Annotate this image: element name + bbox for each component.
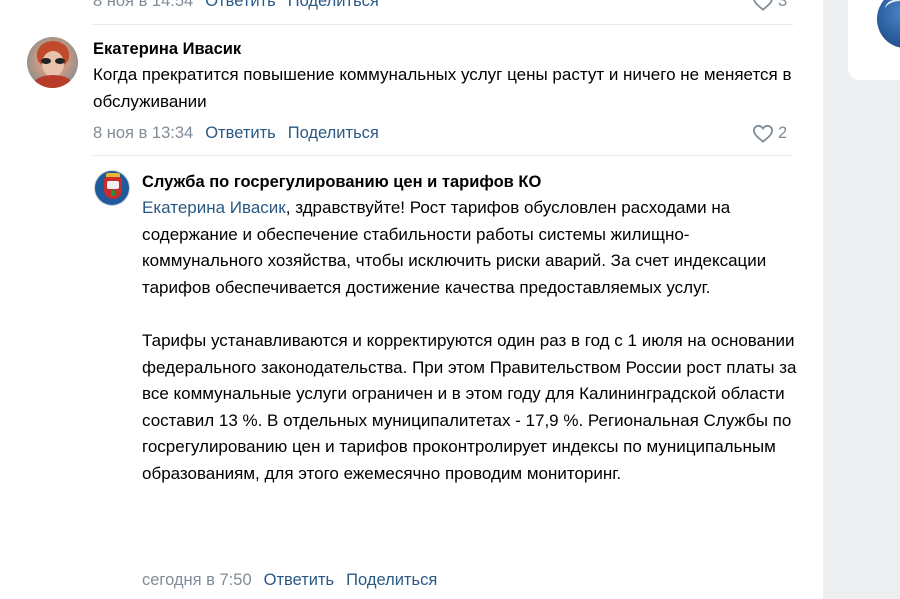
divider [93,24,793,25]
reply-button[interactable]: Ответить [205,0,276,10]
like-count: 2 [778,124,788,142]
divider [93,155,793,156]
page-background [823,0,900,599]
comment-author[interactable]: Екатерина Ивасик [93,40,241,59]
heart-outline-icon [753,0,773,11]
share-button[interactable]: Поделиться [288,0,379,10]
reply-button[interactable]: Ответить [205,124,276,142]
reply-button[interactable]: Ответить [264,571,335,589]
reply-date[interactable]: сегодня в 7:50 [142,571,252,589]
reply-paragraph: Екатерина Ивасик, здравствуйте! Рост тар… [142,195,802,301]
comment-meta: 8 ноя в 14:54 Ответить Поделиться [93,0,379,11]
avatar[interactable] [27,37,78,88]
share-button[interactable]: Поделиться [288,124,379,142]
like-button[interactable]: 3 [752,0,787,11]
reply-paragraph: Тарифы устанавливаются и корректируются … [142,330,797,483]
like-button[interactable]: 2 [752,124,787,143]
reply-meta: сегодня в 7:50 Ответить Поделиться [142,571,437,590]
share-button[interactable]: Поделиться [346,571,437,589]
mention-link[interactable]: Екатерина Ивасик [142,198,286,217]
comment-meta: 8 ноя в 13:34 Ответить Поделиться [93,124,379,143]
reply-text: Екатерина Ивасик, здравствуйте! Рост тар… [142,195,802,488]
comment-text: Когда прекратится повышение коммунальных… [93,65,792,111]
like-count: 3 [778,0,788,10]
comments-panel: 8 ноя в 14:54 Ответить Поделиться 3 Екатер… [0,0,823,599]
comment-date[interactable]: 8 ноя в 14:54 [93,0,193,10]
comment-date[interactable]: 8 ноя в 13:34 [93,124,193,142]
heart-outline-icon [753,124,773,143]
reply-author[interactable]: Служба по госрегулированию цен и тарифов… [142,173,541,192]
avatar[interactable] [94,170,130,206]
